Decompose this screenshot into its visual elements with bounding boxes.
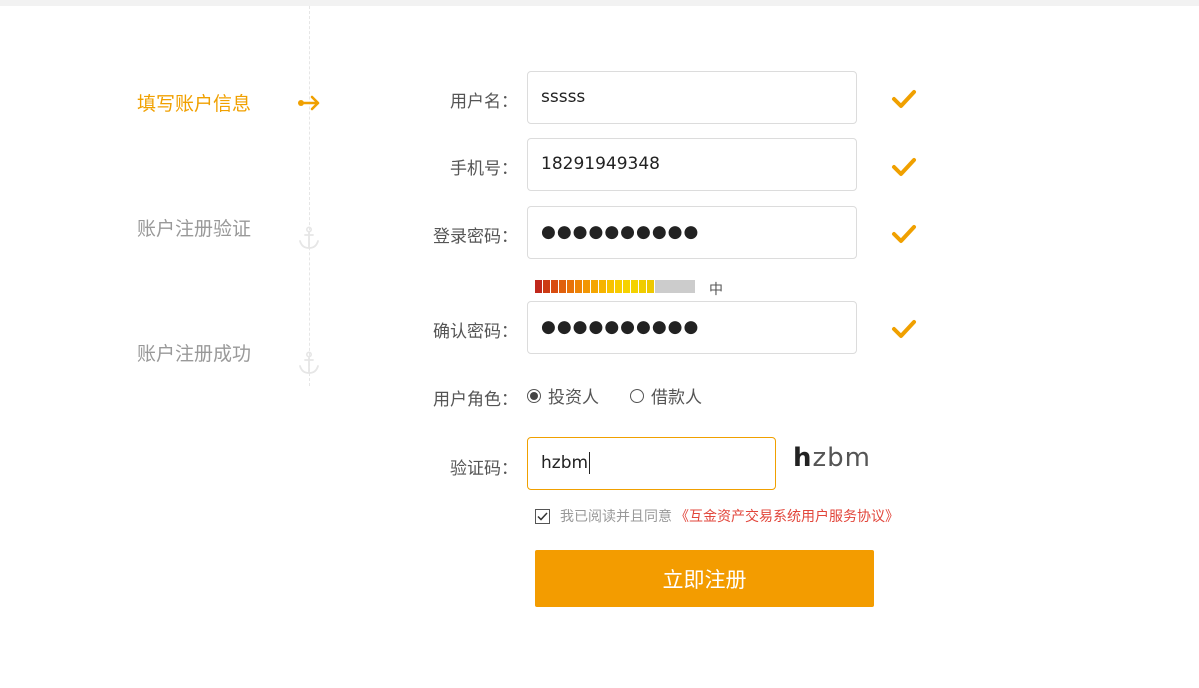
confirm-password-input[interactable]: ●●●●●●●●●● [527,301,857,354]
captcha-value: hzbm [541,453,589,473]
password-value: ●●●●●●●●●● [541,222,700,242]
agreement-text: 我已阅读并且同意 [560,509,672,525]
step-account-success: 账户注册成功 [137,343,252,365]
radio-unselected-icon [630,388,644,403]
password-label: 登录密码： [433,227,518,247]
check-icon [892,90,916,108]
password-strength-meter [535,280,695,293]
check-icon [892,158,916,176]
step-fill-account-info: 填写账户信息 [137,93,252,115]
password-input[interactable]: ●●●●●●●●●● [527,206,857,259]
phone-value: 18291949348 [541,154,660,174]
phone-label: 手机号： [450,159,518,179]
anchor-icon [299,226,319,249]
username-value: sssss [541,87,586,107]
step-account-verify: 账户注册验证 [137,218,252,240]
captcha-label: 验证码： [450,459,518,479]
username-input[interactable]: sssss [527,71,857,124]
role-investor-label: 投资人 [548,388,599,408]
agreement-row: 我已阅读并且同意 《互金资产交易系统用户服务协议》 [535,506,899,526]
role-investor-radio[interactable]: 投资人 [527,383,599,408]
role-borrower-radio[interactable]: 借款人 [630,383,702,408]
user-role-label: 用户角色： [433,390,518,410]
register-page: 填写账户信息 账户注册验证 账户注册成功 用户名： sssss 手机号： 182… [0,0,1199,688]
anchor-icon [299,351,319,374]
confirm-password-label: 确认密码： [433,322,518,342]
username-label: 用户名： [450,92,518,112]
steps-divider [309,6,310,386]
register-button[interactable]: 立即注册 [535,550,874,607]
password-strength-label: 中 [709,282,723,298]
strength-empty [655,280,695,293]
role-borrower-label: 借款人 [651,388,702,408]
agreement-checkbox[interactable] [535,508,550,524]
phone-input[interactable]: 18291949348 [527,138,857,191]
captcha-input[interactable]: hzbm [527,437,776,490]
text-cursor [589,452,591,474]
check-icon [892,225,916,243]
check-icon [892,320,916,338]
arrow-right-icon [298,95,320,111]
checkmark-icon [537,511,548,521]
confirm-password-value: ●●●●●●●●●● [541,317,700,337]
radio-selected-icon [527,388,541,403]
service-agreement-link[interactable]: 《互金资产交易系统用户服务协议》 [675,506,899,526]
captcha-image[interactable]: hzbm [793,443,871,473]
top-bar [0,0,1199,6]
